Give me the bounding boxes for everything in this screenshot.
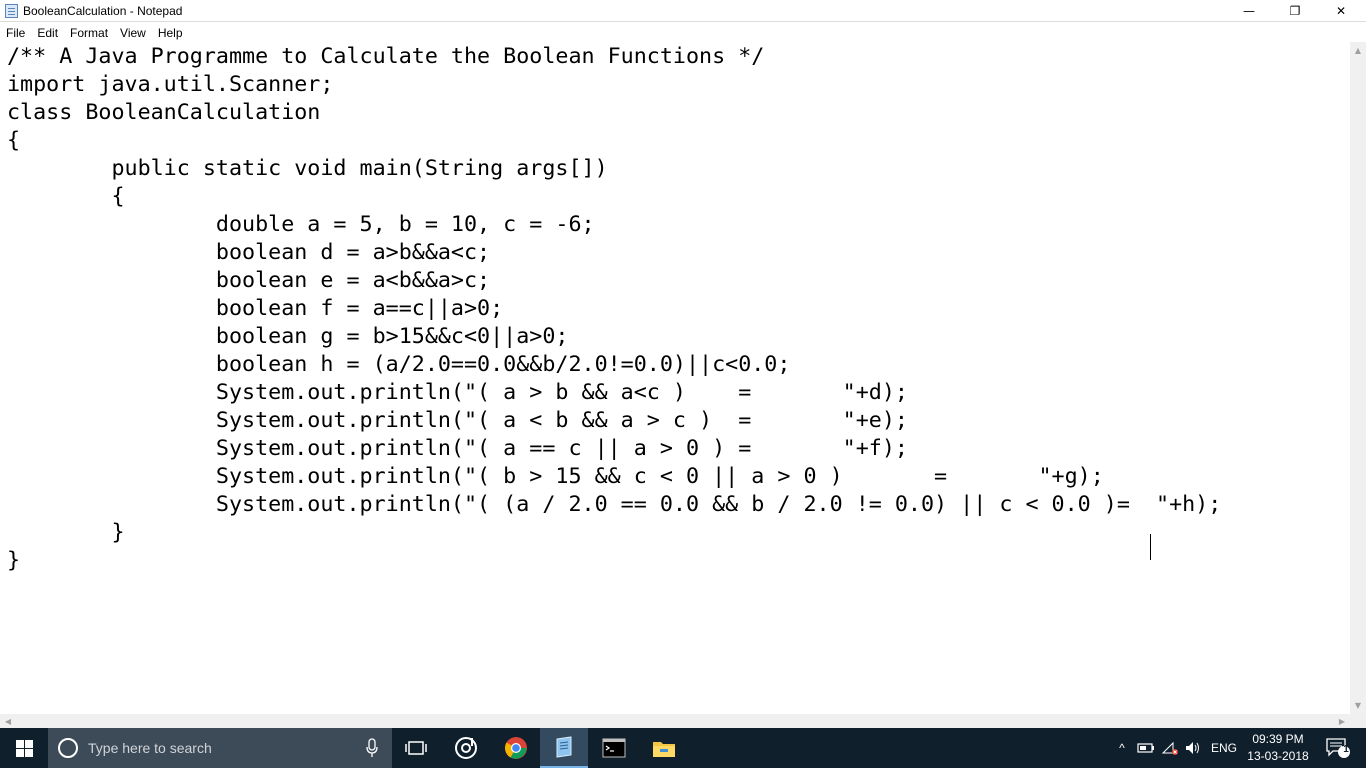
code-line: boolean f = a==c||a>0; — [7, 296, 504, 321]
text-caret — [1150, 534, 1151, 560]
close-button[interactable]: ✕ — [1318, 0, 1364, 22]
notepad-icon — [5, 4, 18, 18]
horizontal-scrollbar[interactable]: ◀ ▶ — [0, 714, 1350, 728]
vertical-scrollbar[interactable]: ▲ ▼ — [1350, 42, 1366, 714]
code-line: System.out.println("( a < b && a > c ) =… — [7, 408, 908, 433]
maximize-icon: ❐ — [1289, 4, 1301, 18]
show-hidden-icons-button[interactable]: ^ — [1114, 728, 1130, 768]
network-icon[interactable] — [1160, 728, 1180, 768]
code-line: public static void main(String args[]) — [7, 156, 608, 181]
text-editor[interactable]: /** A Java Programme to Calculate the Bo… — [0, 42, 1350, 714]
search-placeholder: Type here to search — [88, 740, 212, 756]
taskbar: Type here to search ^ ENG 09:39 PM 13-03… — [0, 728, 1366, 768]
taskbar-app-explorer[interactable] — [640, 728, 688, 768]
taskbar-app-notepad[interactable] — [540, 728, 588, 768]
code-text[interactable]: /** A Java Programme to Calculate the Bo… — [7, 43, 1221, 575]
command-prompt-icon — [602, 738, 626, 758]
scroll-down-icon[interactable]: ▼ — [1350, 697, 1366, 714]
minimize-icon: — — [1243, 4, 1255, 18]
scrollbar-corner — [1350, 714, 1366, 728]
maximize-button[interactable]: ❐ — [1272, 0, 1318, 22]
clock-time: 09:39 PM — [1252, 732, 1304, 746]
volume-icon[interactable] — [1184, 728, 1204, 768]
scroll-left-icon[interactable]: ◀ — [0, 714, 16, 728]
title-bar[interactable]: BooleanCalculation - Notepad — ❐ ✕ — [0, 0, 1366, 22]
code-line: /** A Java Programme to Calculate the Bo… — [7, 44, 765, 69]
code-line: } — [7, 520, 125, 545]
code-line: { — [7, 184, 125, 209]
notepad-taskbar-icon — [556, 736, 572, 758]
task-view-button[interactable] — [392, 728, 440, 768]
clock-date: 13-03-2018 — [1247, 749, 1309, 763]
taskbar-app-cmd[interactable] — [590, 728, 638, 768]
cortana-icon — [58, 738, 78, 758]
menu-help[interactable]: Help — [152, 26, 189, 40]
file-explorer-icon — [653, 742, 675, 757]
windows-logo-icon — [15, 739, 33, 757]
window-title: BooleanCalculation - Notepad — [23, 4, 183, 18]
code-line: System.out.println("( a > b && a<c ) = "… — [7, 380, 908, 405]
code-line: boolean h = (a/2.0==0.0&&b/2.0!=0.0)||c<… — [7, 352, 791, 377]
notification-count: 1 — [1343, 744, 1349, 755]
clock[interactable]: 09:39 PM 13-03-2018 — [1244, 731, 1312, 765]
taskbar-app-chrome[interactable] — [492, 728, 540, 768]
action-center-button[interactable]: 1 — [1318, 728, 1358, 768]
code-line: class BooleanCalculation — [7, 100, 321, 125]
music-app-icon — [455, 737, 477, 759]
code-line: boolean d = a>b&&a<c; — [7, 240, 491, 265]
menu-bar: File Edit Format View Help — [0, 23, 1366, 42]
menu-file[interactable]: File — [0, 26, 31, 40]
menu-edit[interactable]: Edit — [31, 26, 64, 40]
code-line: double a = 5, b = 10, c = -6; — [7, 212, 595, 237]
start-button[interactable] — [0, 728, 48, 768]
microphone-icon[interactable] — [366, 738, 378, 758]
menu-view[interactable]: View — [114, 26, 152, 40]
chevron-up-icon: ^ — [1119, 741, 1125, 755]
code-line: { — [7, 128, 21, 153]
menu-format[interactable]: Format — [64, 26, 114, 40]
code-line: import java.util.Scanner; — [7, 72, 334, 97]
code-line: } — [7, 548, 21, 573]
code-line: System.out.println("( (a / 2.0 == 0.0 &&… — [7, 492, 1222, 517]
search-box[interactable]: Type here to search — [48, 728, 392, 768]
language-indicator[interactable]: ENG — [1208, 728, 1240, 768]
code-line: System.out.println("( b > 15 && c < 0 ||… — [7, 464, 1104, 489]
battery-icon[interactable] — [1136, 728, 1156, 768]
minimize-button[interactable]: — — [1226, 0, 1272, 22]
close-icon: ✕ — [1335, 4, 1347, 18]
code-line: System.out.println("( a == c || a > 0 ) … — [7, 436, 908, 461]
code-line: boolean e = a<b&&a>c; — [7, 268, 491, 293]
scroll-right-icon[interactable]: ▶ — [1334, 714, 1350, 728]
code-line: boolean g = b>15&&c<0||a>0; — [7, 324, 569, 349]
scroll-up-icon[interactable]: ▲ — [1350, 42, 1366, 59]
task-view-icon — [405, 741, 427, 755]
taskbar-app-groove[interactable] — [442, 728, 490, 768]
chrome-icon — [505, 737, 527, 759]
